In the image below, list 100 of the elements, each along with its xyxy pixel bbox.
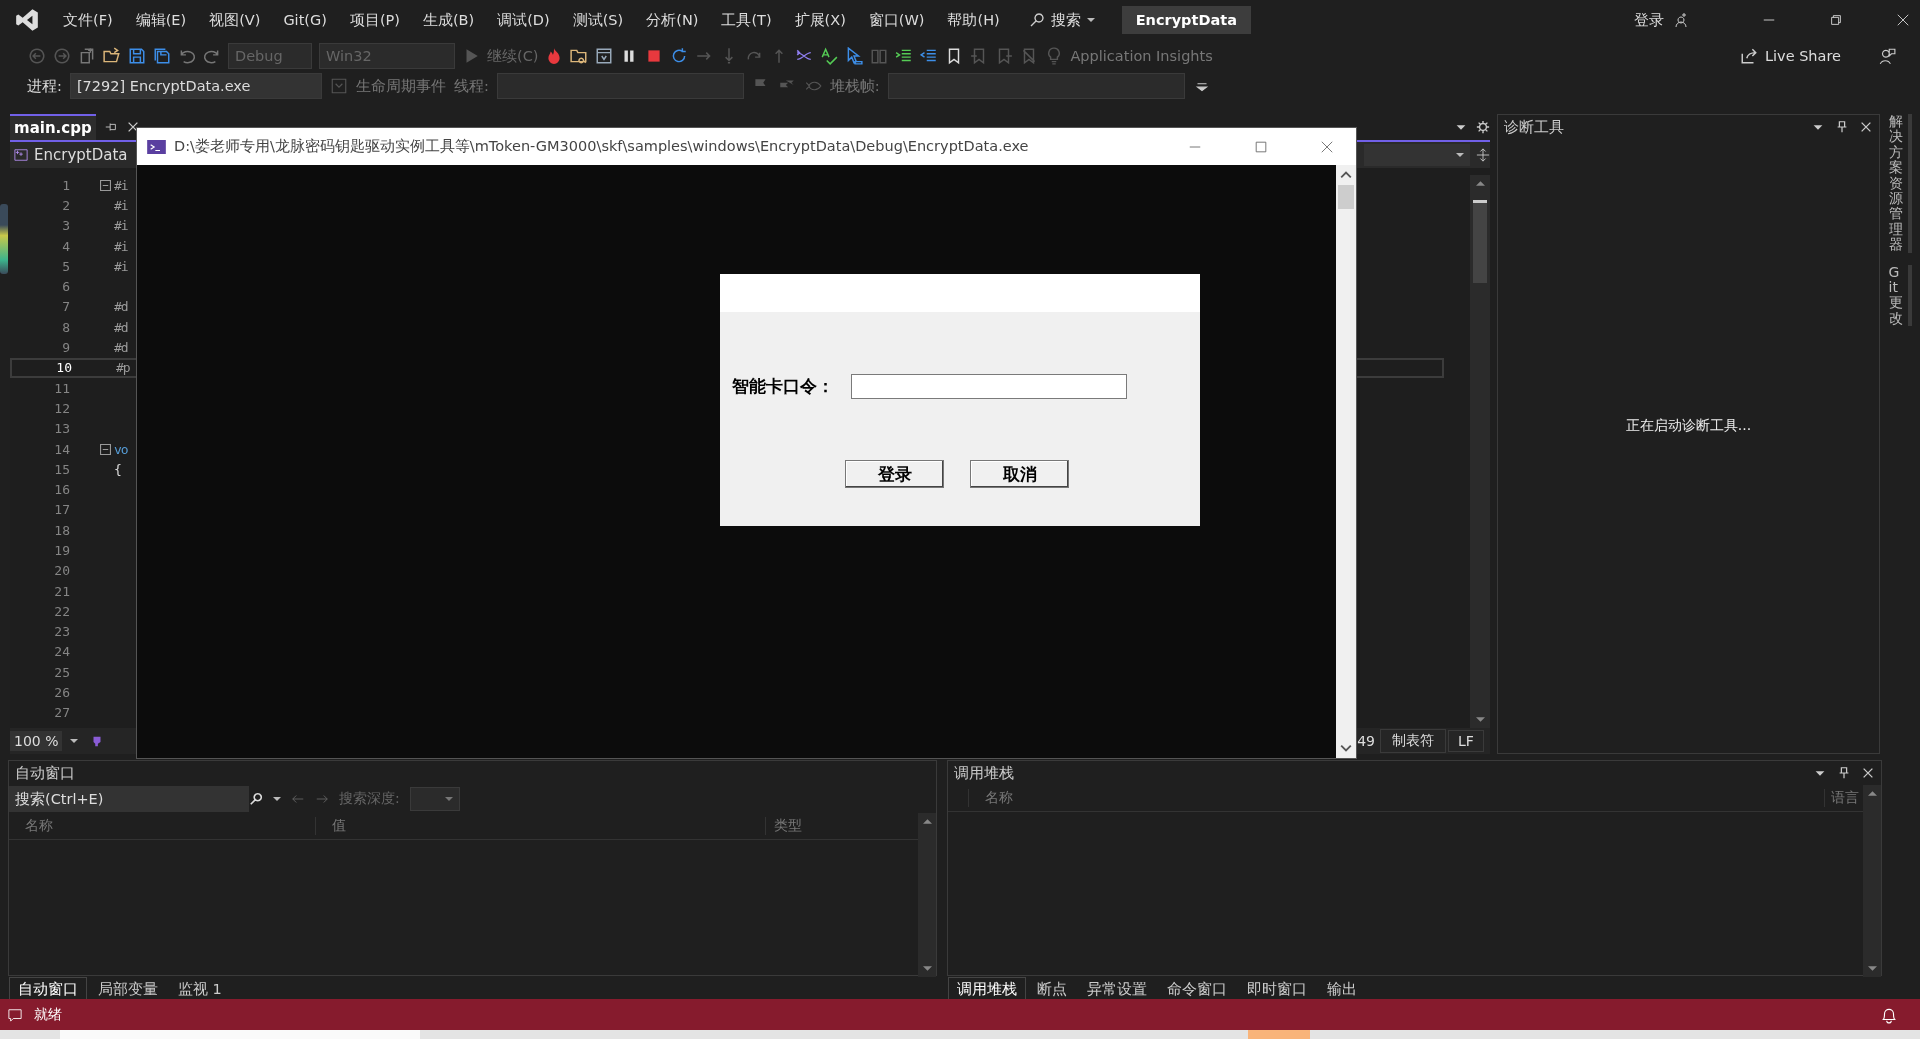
scroll-thumb[interactable] bbox=[1338, 185, 1354, 209]
restore-icon[interactable] bbox=[1829, 13, 1843, 27]
sign-in-link[interactable]: 登录 bbox=[1634, 10, 1664, 30]
menu-item[interactable]: Git(G) bbox=[283, 12, 327, 28]
back-icon[interactable] bbox=[28, 47, 46, 65]
panel-tab[interactable]: 自动窗口 bbox=[9, 977, 87, 1001]
lifecycle-icon[interactable] bbox=[329, 77, 348, 95]
menu-item[interactable]: 窗口(W) bbox=[868, 10, 925, 30]
scrollbar[interactable] bbox=[1336, 165, 1356, 758]
line-number: 16 bbox=[53, 482, 70, 498]
save-all-icon[interactable] bbox=[153, 47, 171, 65]
line-number: 20 bbox=[53, 563, 70, 579]
forward-icon[interactable] bbox=[53, 47, 71, 65]
settings-icon[interactable] bbox=[1476, 120, 1490, 134]
line-number: 7 bbox=[61, 299, 70, 315]
menu-item[interactable]: 生成(B) bbox=[422, 10, 475, 30]
panel-tab[interactable]: 监视 1 bbox=[169, 977, 231, 1001]
scroll-down-icon[interactable] bbox=[1867, 964, 1877, 973]
columns-icon[interactable] bbox=[870, 47, 889, 65]
panel-tab[interactable]: 即时窗口 bbox=[1238, 977, 1316, 1001]
panel-tab[interactable]: 局部变量 bbox=[89, 977, 167, 1001]
cursor-position[interactable]: 49 bbox=[1357, 731, 1375, 751]
user-add-icon[interactable] bbox=[1673, 12, 1689, 28]
menu-item[interactable]: 帮助(H) bbox=[947, 10, 1000, 30]
indent-mode[interactable]: 制表符 bbox=[1380, 729, 1446, 753]
line-number: 14 bbox=[53, 441, 70, 457]
zoom-dropdown[interactable]: 100 % bbox=[10, 731, 63, 751]
spell-check-icon[interactable] bbox=[820, 47, 839, 65]
scroll-up-icon[interactable] bbox=[922, 817, 932, 826]
restart-icon[interactable] bbox=[670, 47, 689, 65]
scroll-down-icon[interactable] bbox=[922, 964, 932, 973]
caret-icon[interactable] bbox=[273, 795, 281, 803]
collapse-icon[interactable] bbox=[100, 179, 111, 191]
collapse-icon[interactable] bbox=[100, 443, 111, 455]
code-text: #d bbox=[114, 299, 128, 315]
menu-item[interactable]: 工具(T) bbox=[721, 10, 772, 30]
password-field[interactable] bbox=[851, 373, 1127, 399]
caret-icon[interactable] bbox=[70, 737, 79, 745]
scroll-down-icon[interactable] bbox=[1475, 715, 1485, 724]
class-icon bbox=[14, 148, 28, 162]
line-ending[interactable]: LF bbox=[1448, 730, 1484, 752]
menu-item[interactable]: 文件(F) bbox=[63, 10, 113, 30]
maximize-icon[interactable] bbox=[1254, 139, 1268, 154]
folder-search-icon[interactable] bbox=[570, 47, 589, 65]
panel-tab[interactable]: 命令窗口 bbox=[1158, 977, 1236, 1001]
caret-icon[interactable] bbox=[1456, 151, 1464, 159]
pointer-icon[interactable] bbox=[845, 47, 864, 65]
search-button[interactable]: 搜索 bbox=[1050, 10, 1081, 30]
menu-item[interactable]: 分析(N) bbox=[646, 10, 699, 30]
undo-icon[interactable] bbox=[178, 47, 196, 65]
panel-tab[interactable]: 调用堆栈 bbox=[948, 977, 1026, 1001]
scrollbar[interactable] bbox=[1863, 785, 1881, 977]
column-header[interactable]: 名称 bbox=[9, 817, 315, 835]
side-tab[interactable]: 解决方案资源管理器 bbox=[1888, 114, 1912, 253]
file-tab[interactable]: main.cpp bbox=[10, 114, 96, 140]
column-header[interactable]: 名称 bbox=[968, 789, 1013, 807]
scrollbar[interactable] bbox=[918, 813, 936, 977]
split-icon[interactable] bbox=[1476, 148, 1490, 162]
column-header[interactable]: 值 bbox=[315, 817, 765, 835]
window-icon[interactable] bbox=[595, 47, 614, 65]
redo-icon[interactable] bbox=[203, 47, 221, 65]
menu-item[interactable]: 测试(S) bbox=[572, 10, 624, 30]
scroll-down-icon[interactable] bbox=[1340, 742, 1352, 754]
share-icon[interactable] bbox=[1739, 47, 1758, 65]
feedback-icon[interactable] bbox=[1878, 47, 1896, 65]
menu-item[interactable]: 编辑(E) bbox=[135, 10, 187, 30]
search-field[interactable]: 搜索(Ctrl+E) bbox=[9, 786, 249, 812]
line-number: 12 bbox=[53, 400, 70, 416]
caret-icon[interactable] bbox=[1086, 16, 1095, 24]
pin-icon[interactable] bbox=[1835, 120, 1849, 134]
column-header[interactable]: 类型 bbox=[765, 817, 802, 835]
scrollbar[interactable] bbox=[1470, 175, 1490, 728]
menu-item[interactable]: 扩展(X) bbox=[794, 10, 846, 30]
side-tab[interactable]: Git 更改 bbox=[1888, 264, 1912, 327]
process-dropdown[interactable]: [7292] EncryptData.exe bbox=[69, 73, 322, 99]
application-insights-button[interactable]: Application Insights bbox=[1070, 48, 1213, 64]
dialog-button[interactable]: 取消 bbox=[970, 460, 1069, 488]
menu-item[interactable]: 项目(P) bbox=[349, 10, 400, 30]
scope-dropdown[interactable]: EncryptData bbox=[34, 146, 128, 164]
comment-icon[interactable] bbox=[8, 1007, 22, 1022]
new-project-icon[interactable] bbox=[78, 47, 96, 65]
menu-item[interactable]: 调试(D) bbox=[497, 10, 550, 30]
scroll-up-icon[interactable] bbox=[1475, 179, 1485, 188]
panel-tab[interactable]: 输出 bbox=[1318, 977, 1366, 1001]
open-folder-icon[interactable] bbox=[103, 47, 121, 65]
dialog-button[interactable]: 登录 bbox=[845, 460, 944, 488]
panel-tab[interactable]: 异常设置 bbox=[1078, 977, 1156, 1001]
search-icon[interactable] bbox=[1028, 12, 1045, 28]
save-icon[interactable] bbox=[128, 47, 146, 65]
code-text: #i bbox=[114, 197, 128, 213]
scroll-thumb[interactable] bbox=[1473, 200, 1487, 283]
panel-tab[interactable]: 断点 bbox=[1028, 977, 1076, 1001]
line-number: 9 bbox=[61, 340, 70, 355]
search-icon[interactable] bbox=[249, 792, 263, 806]
lifecycle-events-button[interactable]: 生命周期事件 bbox=[355, 76, 446, 96]
menu-item[interactable]: 视图(V) bbox=[209, 10, 261, 30]
pin-icon[interactable] bbox=[1837, 766, 1851, 780]
live-share-button[interactable]: Live Share bbox=[1764, 48, 1841, 64]
scroll-up-icon[interactable] bbox=[1867, 789, 1877, 798]
scroll-up-icon[interactable] bbox=[1340, 169, 1352, 181]
